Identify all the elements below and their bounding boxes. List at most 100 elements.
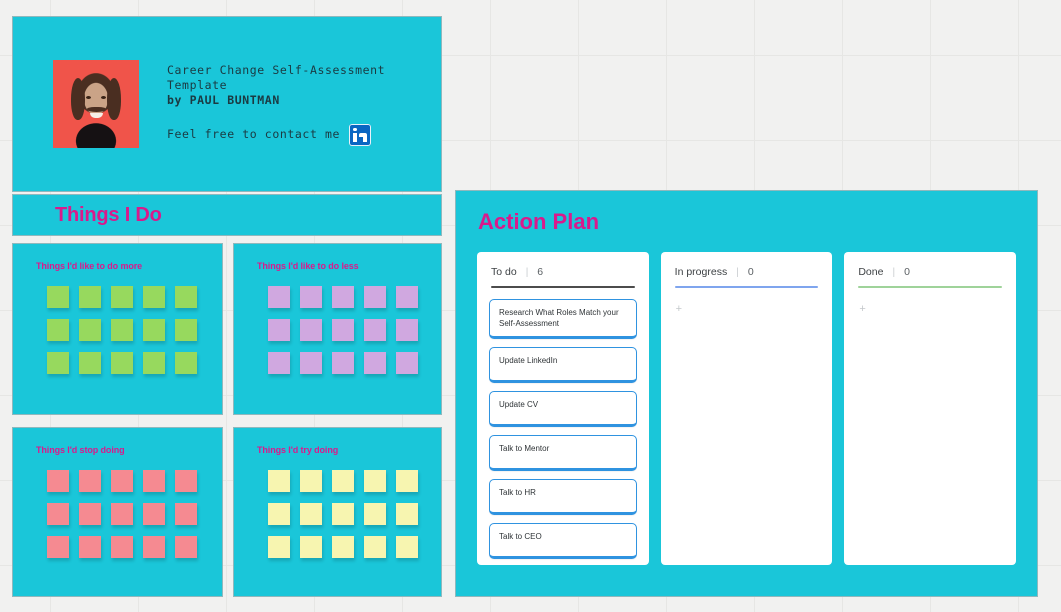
sticky-note[interactable] [47,503,69,525]
sticky-note[interactable] [268,503,290,525]
sticky-note[interactable] [175,470,197,492]
author-byline: by PAUL BUNTMAN [167,92,280,107]
sticky-note[interactable] [47,536,69,558]
sticky-note[interactable] [300,286,322,308]
kanban-column-to-do[interactable]: To do | 6 Research What Roles Match your Se… [477,252,649,565]
sticky-note[interactable] [111,503,133,525]
sticky-note[interactable] [143,536,165,558]
sticky-note[interactable] [79,503,101,525]
column-rule [674,286,819,288]
sticky-note[interactable] [364,286,386,308]
sticky-note[interactable] [396,503,418,525]
sticky-note[interactable] [111,352,133,374]
things-i-do-title-card[interactable]: Things I Do [12,194,442,236]
sticky-note[interactable] [143,470,165,492]
column-count: 0 [904,266,910,278]
column-header: In progress | 0 [673,266,821,278]
sticky-note[interactable] [175,503,197,525]
sticky-note[interactable] [396,536,418,558]
sticky-note[interactable] [143,319,165,341]
card-list: Research What Roles Match your Self-Asse… [489,299,637,559]
sticky-note[interactable] [332,319,354,341]
sticky-note[interactable] [300,319,322,341]
sticky-note[interactable] [268,319,290,341]
sticky-note[interactable] [175,352,197,374]
sticky-note[interactable] [79,536,101,558]
sticky-note[interactable] [268,286,290,308]
task-card[interactable]: Update LinkedIn [489,347,637,383]
sticky-note[interactable] [79,286,101,308]
add-card-button[interactable]: + [673,302,821,316]
sticky-note[interactable] [300,470,322,492]
sticky-note[interactable] [79,352,101,374]
sticky-note-grid [47,470,222,558]
sticky-note[interactable] [143,286,165,308]
kanban-column-in-progress[interactable]: In progress | 0 + [660,252,833,565]
quadrant-do-less[interactable]: Things I'd like to do less [233,243,442,415]
sticky-note[interactable] [332,470,354,492]
linkedin-icon[interactable] [349,123,372,146]
sticky-note[interactable] [364,470,386,492]
task-card[interactable]: Research What Roles Match your Self-Asse… [489,299,637,339]
quadrant-label: Things I'd like to do more [36,261,143,271]
sticky-note[interactable] [143,503,165,525]
intro-card[interactable]: Career Change Self-Assessment Template b… [12,16,442,192]
kanban-columns: To do | 6 Research What Roles Match your Se… [477,252,1017,565]
task-card[interactable]: Update CV [489,391,637,427]
column-name: Done [858,266,884,278]
task-card[interactable]: Talk to CEO [489,523,637,559]
sticky-note[interactable] [364,503,386,525]
sticky-note[interactable] [364,319,386,341]
avatar-mustache [87,107,106,112]
kanban-column-done[interactable]: Done | 0 + [844,252,1017,565]
contact-row: Feel free to contact me [167,123,385,146]
sticky-note[interactable] [79,319,101,341]
sticky-note[interactable] [47,286,69,308]
sticky-note[interactable] [143,352,165,374]
sticky-note[interactable] [300,536,322,558]
sticky-note[interactable] [332,286,354,308]
intro-text-block: Career Change Self-Assessment Template b… [167,63,385,146]
sticky-note[interactable] [111,286,133,308]
quadrant-label: Things I'd like to do less [257,261,359,271]
sticky-note-grid [47,286,222,374]
sticky-note[interactable] [47,319,69,341]
sticky-note[interactable] [300,352,322,374]
sticky-note[interactable] [332,536,354,558]
sticky-note[interactable] [332,352,354,374]
add-card-button[interactable]: + [856,302,1004,316]
sticky-note[interactable] [268,536,290,558]
sticky-note[interactable] [364,536,386,558]
sticky-note[interactable] [47,470,69,492]
sticky-note[interactable] [268,470,290,492]
sticky-note[interactable] [111,470,133,492]
quadrant-stop-doing[interactable]: Things I'd stop doing [12,427,223,597]
quadrant-do-more[interactable]: Things I'd like to do more [12,243,223,415]
quadrant-try-doing[interactable]: Things I'd try doing [233,427,442,597]
sticky-note[interactable] [396,319,418,341]
sticky-note[interactable] [300,503,322,525]
action-plan-panel[interactable]: Action Plan To do | 6 Research What Roles M… [455,190,1038,597]
sticky-note[interactable] [175,536,197,558]
sticky-note[interactable] [79,470,101,492]
column-count: 6 [537,266,544,278]
task-card[interactable]: Talk to HR [489,479,637,515]
sticky-note[interactable] [396,470,418,492]
avatar-hair-right [107,78,121,120]
avatar [53,60,139,148]
sticky-note[interactable] [175,286,197,308]
action-plan-heading: Action Plan [478,209,600,234]
sticky-note[interactable] [47,352,69,374]
sticky-note[interactable] [332,503,354,525]
sticky-note[interactable] [175,319,197,341]
column-name: To do [491,266,517,278]
sticky-note[interactable] [364,352,386,374]
task-card[interactable]: Talk to Mentor [489,435,637,471]
sticky-note[interactable] [111,536,133,558]
sticky-note[interactable] [111,319,133,341]
sticky-note[interactable] [268,352,290,374]
sticky-note[interactable] [396,286,418,308]
sticky-note[interactable] [396,352,418,374]
quadrant-label: Things I'd try doing [257,445,339,455]
column-header: Done | 0 [856,266,1004,278]
